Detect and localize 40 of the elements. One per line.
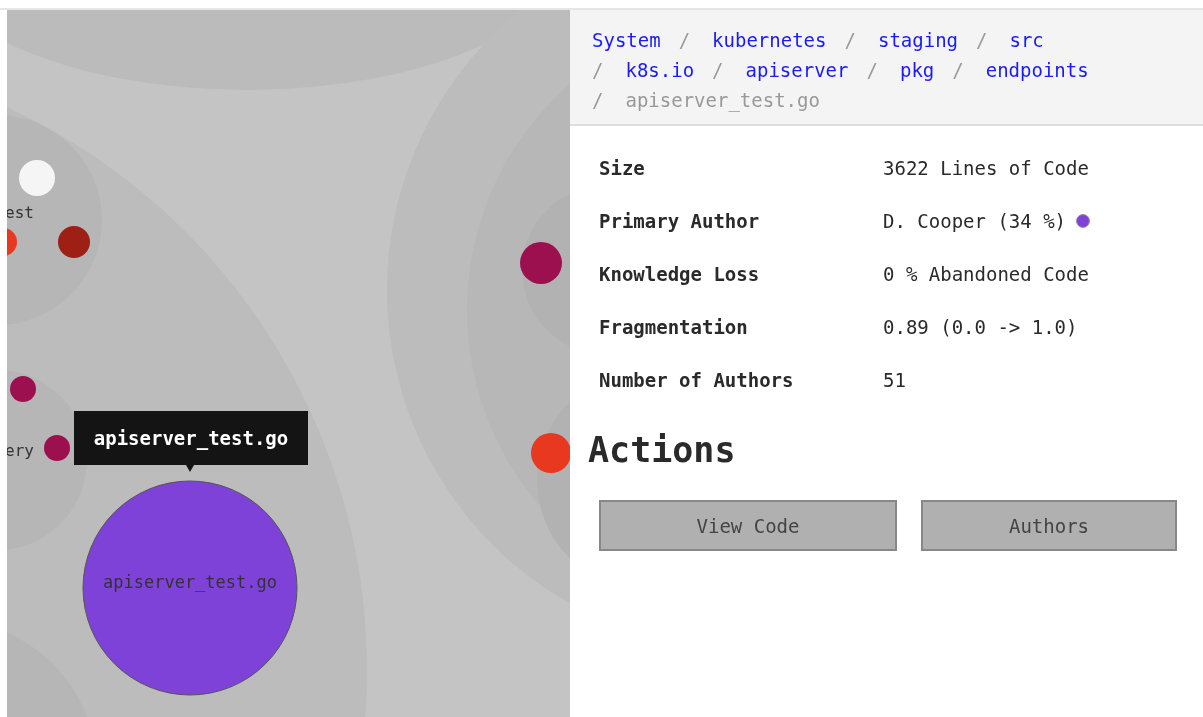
- breadcrumb-link[interactable]: endpoints: [985, 58, 1089, 82]
- breadcrumb-link[interactable]: kubernetes: [712, 28, 827, 52]
- detail-value: 51: [883, 368, 906, 392]
- detail-label: Number of Authors: [599, 368, 795, 392]
- breadcrumb-separator: /: [844, 28, 856, 52]
- detail-value: D. Cooper (34 %): [883, 209, 1067, 233]
- breadcrumb-link[interactable]: src: [1009, 28, 1044, 52]
- breadcrumb-link[interactable]: k8s.io: [625, 58, 695, 82]
- breadcrumb-separator: /: [866, 58, 878, 82]
- detail-label: Primary Author: [599, 209, 761, 233]
- detail-label: Size: [599, 156, 646, 180]
- breadcrumb-separator: /: [678, 28, 691, 52]
- file-node[interactable]: [10, 376, 36, 402]
- detail-value: 3622 Lines of Code: [883, 156, 1089, 180]
- file-node[interactable]: [531, 433, 570, 473]
- breadcrumb-separator: /: [976, 28, 988, 52]
- node-label: apiserver_test.go: [103, 572, 277, 592]
- file-node[interactable]: [7, 228, 17, 256]
- file-node[interactable]: [58, 226, 90, 258]
- breadcrumb-link[interactable]: apiserver: [745, 58, 849, 82]
- breadcrumb-separator: /: [952, 58, 964, 82]
- file-node[interactable]: [44, 435, 70, 461]
- detail-value: 0.89 (0.0 -> 1.0): [883, 315, 1078, 339]
- detail-label: Knowledge Loss: [599, 262, 761, 286]
- breadcrumb-separator: /: [592, 88, 604, 112]
- breadcrumb-separator: /: [712, 58, 724, 82]
- section-title: Actions: [588, 430, 737, 470]
- action-button[interactable]: View Code: [599, 500, 897, 551]
- breadcrumb-link[interactable]: pkg: [899, 58, 935, 82]
- detail-value: 0 % Abandoned Code: [883, 262, 1089, 286]
- detail-label: Fragmentation: [599, 315, 749, 339]
- breadcrumb-link[interactable]: System: [592, 28, 661, 52]
- file-node[interactable]: [82, 480, 298, 696]
- action-button[interactable]: Authors: [921, 500, 1177, 551]
- breadcrumb-link[interactable]: staging: [877, 28, 958, 52]
- breadcrumb-separator: /: [592, 58, 604, 82]
- tooltip-pointer-icon: [186, 465, 194, 472]
- tooltip: apiserver_test.go: [74, 411, 308, 465]
- file-node[interactable]: [520, 242, 562, 284]
- file-node[interactable]: [19, 160, 55, 196]
